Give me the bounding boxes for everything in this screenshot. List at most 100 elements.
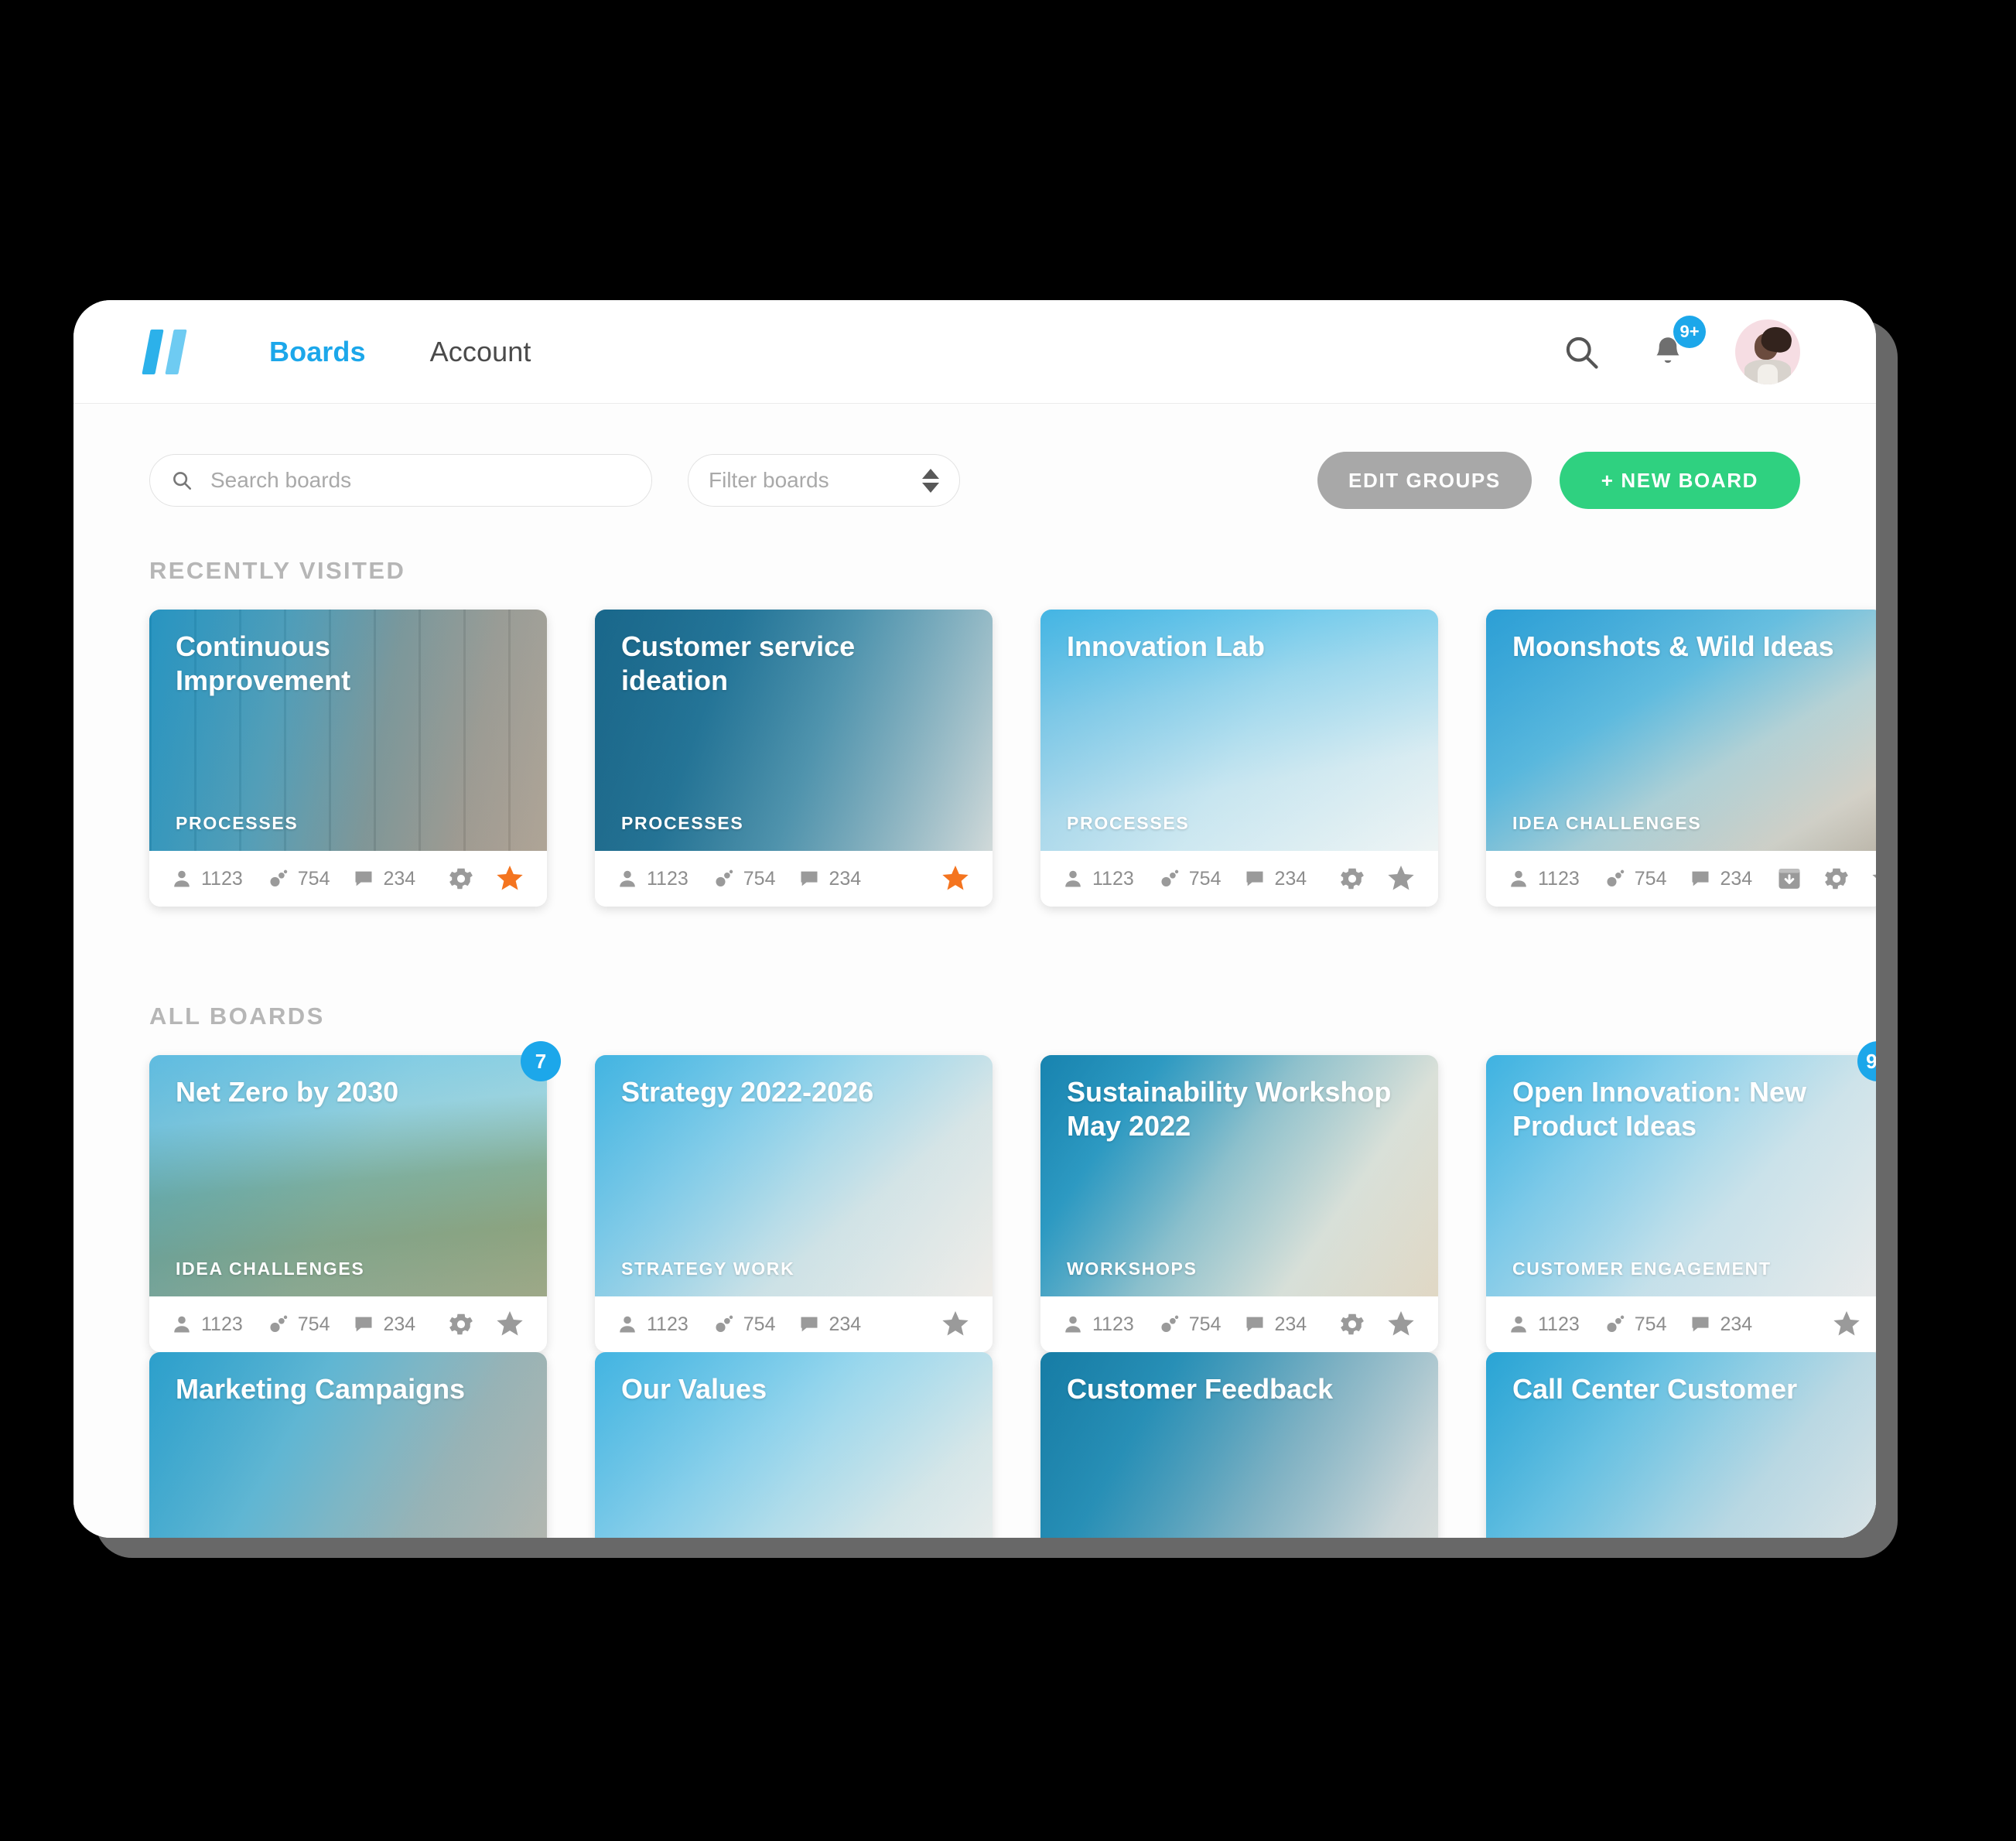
logo-bar-right [165,329,187,374]
chevron-updown-icon [922,468,939,493]
board-card-actions [1338,863,1416,894]
board-card-image: Open Innovation: New Product Ideas CUSTOM… [1486,1055,1876,1296]
avatar[interactable] [1735,319,1800,384]
board-card[interactable]: Call Center Customer [1486,1352,1876,1538]
board-card-category: PROCESSES [1067,813,1190,833]
board-card-title: Sustainability Workshop May 2022 [1067,1076,1392,1142]
nav-link-account[interactable]: Account [430,336,531,368]
person-icon [1508,868,1529,890]
stat-comments: 234 [798,1313,861,1336]
settings-gear-icon[interactable] [446,864,476,893]
board-card-inner: Innovation Lab PROCESSES 1123 754 234 [1040,610,1438,907]
nav-link-boards[interactable]: Boards [269,336,366,368]
favorite-star-icon[interactable] [940,863,971,894]
board-card-actions [940,1309,971,1340]
top-navigation-bar: Boards Account 9+ [73,300,1876,404]
idea-bubbles-icon [1157,868,1181,890]
stat-members: 1123 [1508,868,1580,890]
favorite-star-icon[interactable] [1386,1309,1416,1340]
ideas-count: 754 [1188,867,1222,890]
stat-comments: 234 [1244,1313,1307,1336]
board-card[interactable]: Innovation Lab PROCESSES 1123 754 234 [1040,610,1438,907]
board-card[interactable]: Strategy 2022-2026 STRATEGY WORK 1123 754 23… [595,1055,993,1352]
recently-visited-grid: Continuous Improvement PROCESSES 1123 754 23… [73,610,1876,955]
all-boards-grid-partial: Marketing Campaigns Our Values Customer Fe… [73,1352,1876,1538]
comment-icon [353,1313,374,1335]
settings-gear-icon[interactable] [1338,1310,1367,1339]
board-card-image: Marketing Campaigns [149,1352,547,1538]
board-card-title: Moonshots & Wild Ideas [1512,630,1834,662]
ideas-count: 754 [743,867,776,890]
board-card[interactable]: Our Values [595,1352,993,1538]
board-card[interactable]: 7 Net Zero by 2030 IDEA CHALLENGES 1123 754 2… [149,1041,561,1352]
favorite-star-icon[interactable] [494,863,525,894]
board-card[interactable]: Marketing Campaigns [149,1352,547,1538]
stat-comments: 234 [1690,868,1752,890]
stat-members: 1123 [1062,868,1134,890]
ideas-count: 754 [1188,1313,1222,1335]
settings-gear-icon[interactable] [1822,864,1851,893]
board-card-category: PROCESSES [621,813,744,833]
search-input[interactable]: Search boards [149,454,652,507]
board-card-title: Strategy 2022-2026 [621,1076,874,1108]
comment-icon [798,1313,820,1335]
board-card-footer: 1123 754 234 [1040,851,1438,907]
comment-icon [353,868,374,890]
stat-members: 1123 [617,1313,689,1336]
board-card[interactable]: Continuous Improvement PROCESSES 1123 754 23… [149,610,547,907]
archive-download-icon[interactable] [1775,865,1803,893]
comment-icon [798,868,820,890]
stat-comments: 234 [1690,1313,1752,1336]
favorite-star-icon[interactable] [494,1309,525,1340]
members-count: 1123 [1092,1313,1134,1335]
settings-gear-icon[interactable] [446,1310,476,1339]
board-card-image: Sustainability Workshop May 2022 WORKSHOP… [1040,1055,1438,1296]
notification-badge: 9+ [1673,315,1706,348]
board-card-category: STRATEGY WORK [621,1259,795,1279]
stat-ideas: 754 [712,867,776,890]
edit-groups-button[interactable]: EDIT GROUPS [1317,452,1532,509]
board-card-title: Customer service ideation [621,630,856,696]
favorite-star-icon[interactable] [1386,863,1416,894]
comments-count: 234 [383,867,416,890]
stat-ideas: 754 [266,1313,330,1336]
settings-gear-icon[interactable] [1338,864,1367,893]
favorite-star-icon[interactable] [1870,863,1876,894]
favorite-star-icon[interactable] [1831,1309,1862,1340]
board-card[interactable]: Customer Feedback [1040,1352,1438,1538]
search-icon[interactable] [1548,319,1615,385]
board-card-actions [940,863,971,894]
board-card[interactable]: 9+Open Innovation: New Product IdeasCUST… [1486,1041,1876,1352]
board-card[interactable]: Sustainability Workshop May 2022 WORKSHOP… [1040,1055,1438,1352]
ideas-count: 754 [743,1313,776,1335]
board-card-footer: 1123 754 234 [149,1296,547,1352]
app-logo[interactable] [142,329,197,374]
board-card-footer: 1123 754 234 [1486,851,1876,907]
board-card-badge: 7 [521,1041,561,1081]
board-card-footer: 1123 754 234 [595,1296,993,1352]
board-card-image: Call Center Customer [1486,1352,1876,1538]
idea-bubbles-icon [266,868,289,890]
board-card-image: Continuous Improvement PROCESSES [149,610,547,851]
section-title-all-boards: ALL BOARDS [149,1002,325,1030]
idea-bubbles-icon [1157,1313,1181,1335]
board-card-actions [446,863,525,894]
comments-count: 234 [829,1313,862,1335]
search-field-icon [173,472,192,490]
favorite-star-icon[interactable] [940,1309,971,1340]
board-card-inner: Continuous Improvement PROCESSES 1123 754 23… [149,610,547,907]
board-card[interactable]: Moonshots & Wild Ideas IDEA CHALLENGES 112… [1486,610,1876,907]
new-board-button[interactable]: + NEW BOARD [1559,452,1800,509]
toolbar-buttons: EDIT GROUPS + NEW BOARD [1317,452,1800,509]
filter-boards-select[interactable]: Filter boards [688,454,960,507]
board-card-category: IDEA CHALLENGES [176,1259,365,1279]
board-card-title: Net Zero by 2030 [176,1076,399,1108]
board-card-title: Innovation Lab [1067,630,1265,662]
notifications-bell-icon[interactable]: 9+ [1635,315,1706,385]
person-icon [617,1313,638,1335]
avatar-shirt [1757,364,1779,384]
board-card-inner: Customer service ideation PROCESSES 1123 75… [595,610,993,907]
comment-icon [1244,1313,1266,1335]
board-card[interactable]: Customer service ideation PROCESSES 1123 75… [595,610,993,907]
stat-ideas: 754 [1603,1313,1666,1336]
